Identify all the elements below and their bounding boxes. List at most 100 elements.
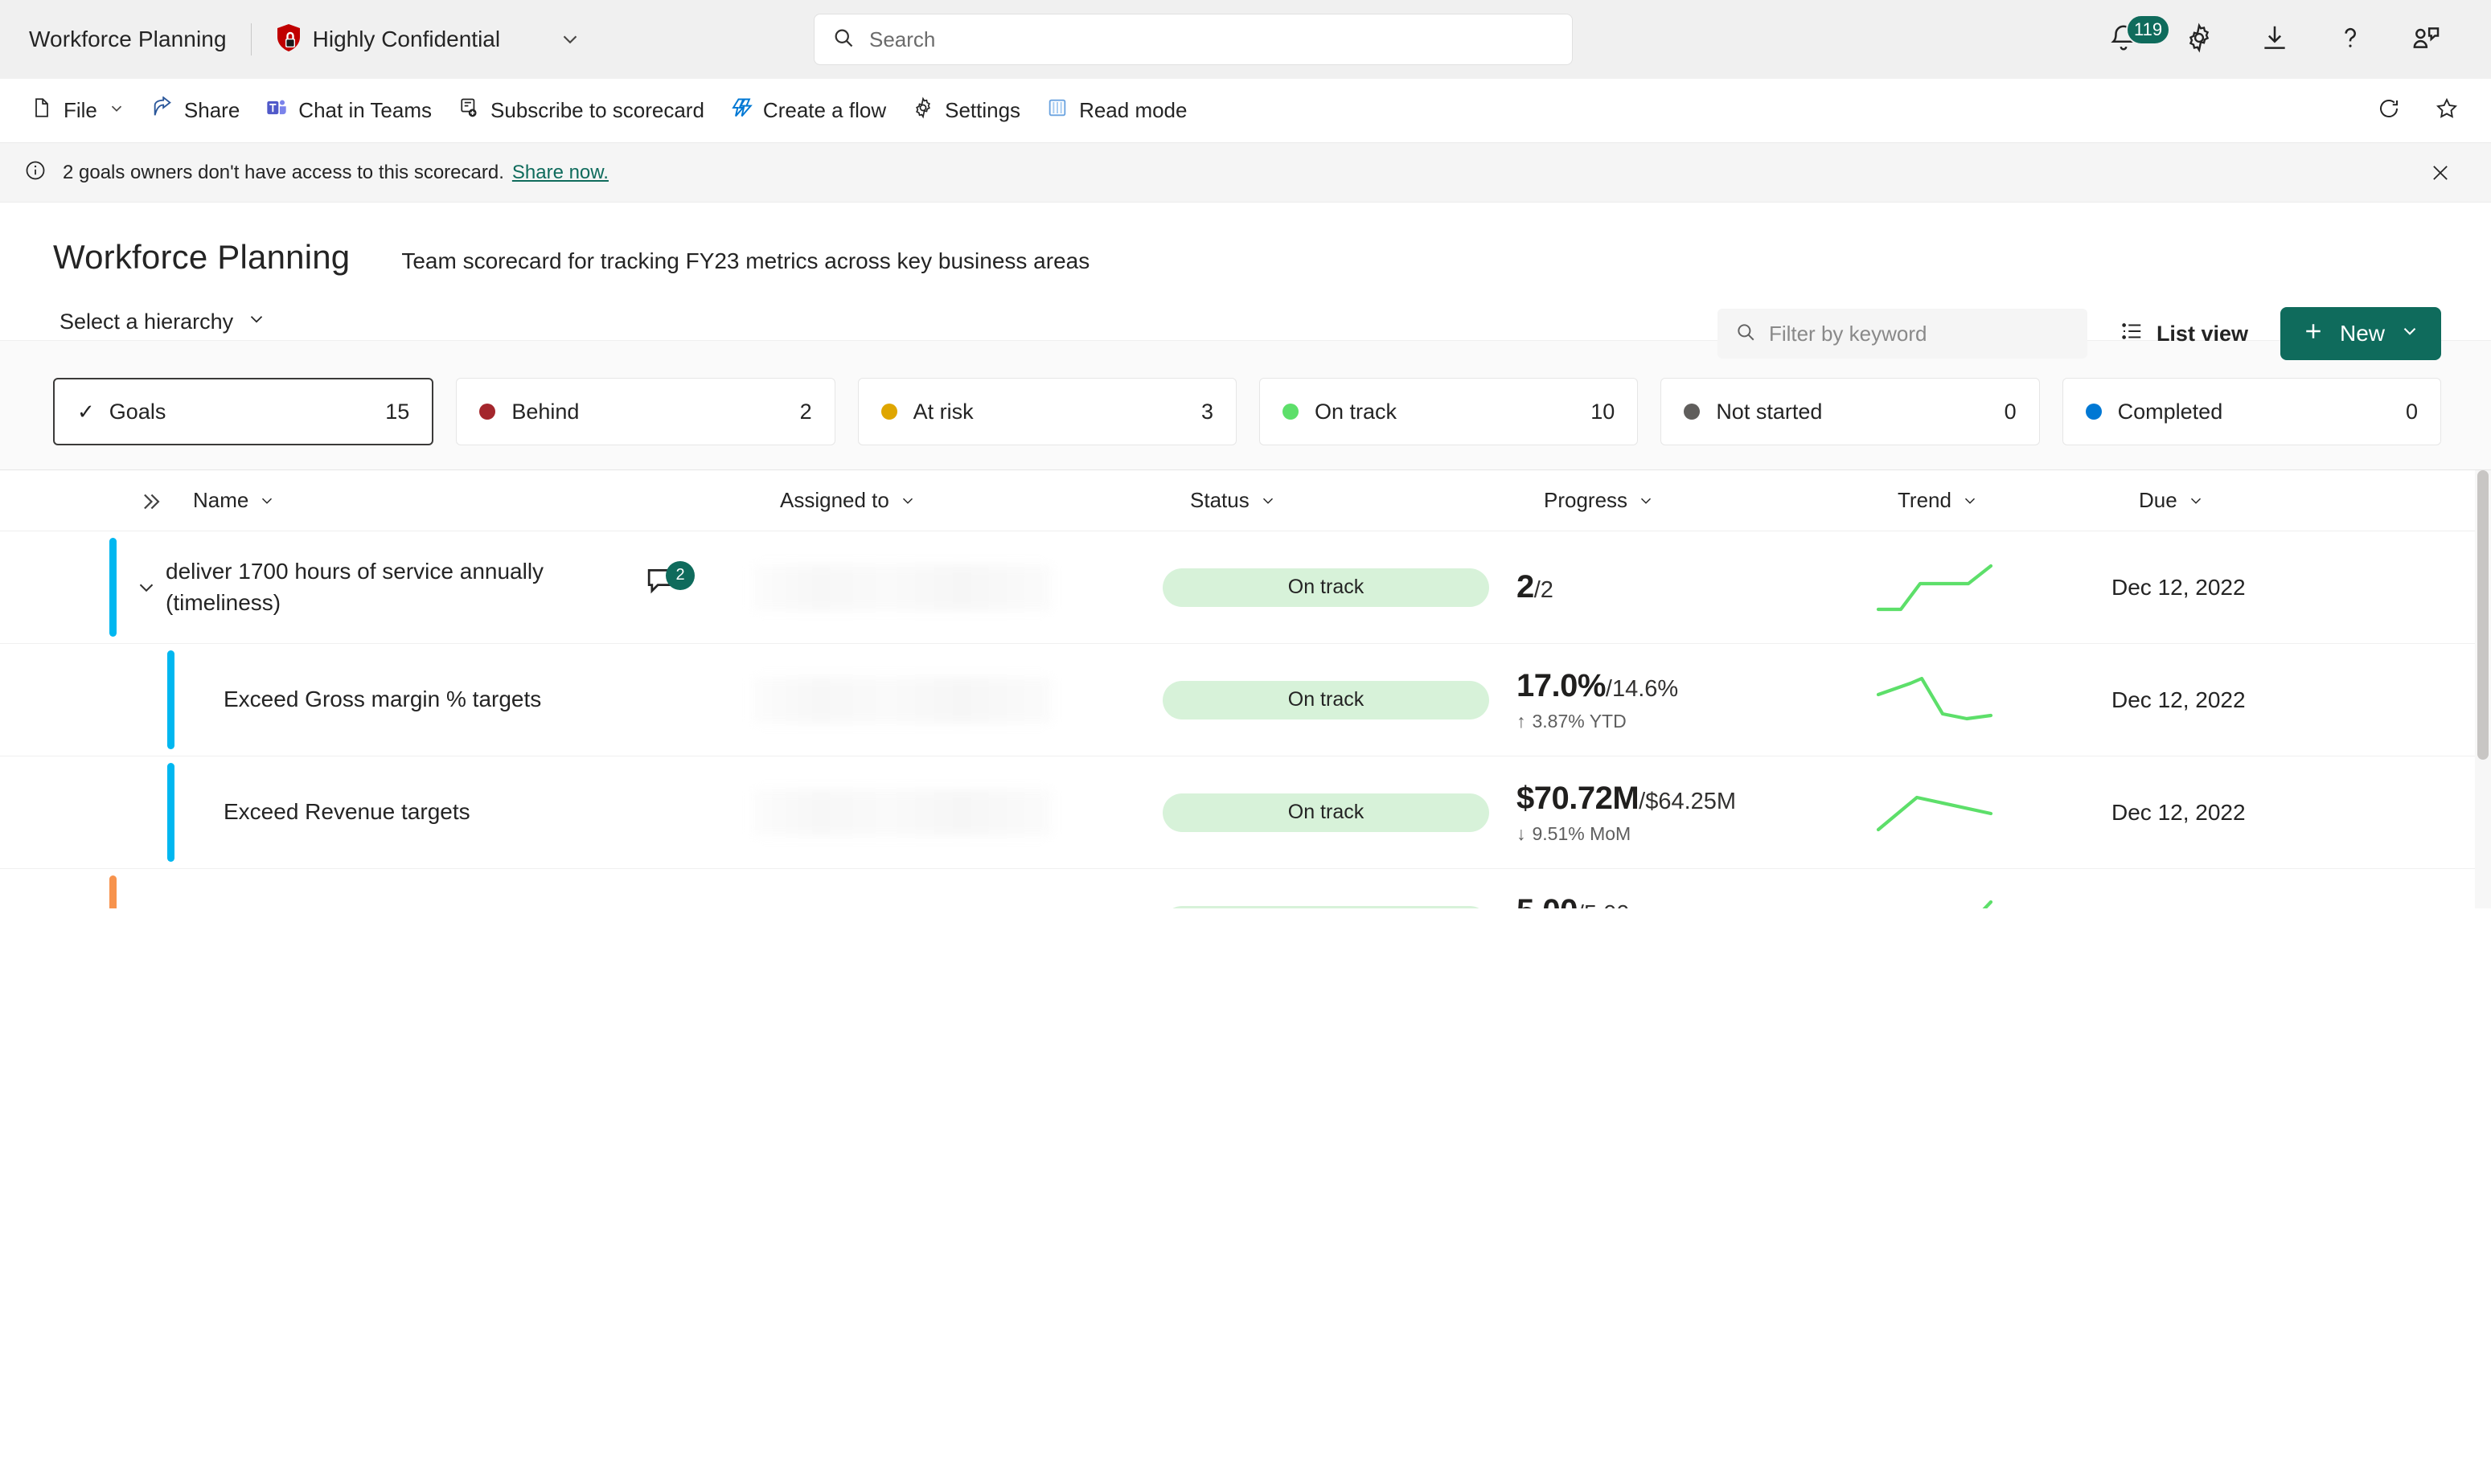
favorite-button[interactable] <box>2423 88 2470 134</box>
filter-by-keyword[interactable] <box>1717 309 2087 359</box>
progress-value: 2/2 <box>1516 569 1553 605</box>
column-header-progress[interactable]: Progress <box>1544 488 1898 513</box>
status-pill-label: On track <box>1314 399 1397 424</box>
chevron-down-icon[interactable] <box>129 570 164 605</box>
chevron-down-icon[interactable] <box>558 27 582 51</box>
column-header-due[interactable]: Due <box>2139 488 2380 513</box>
assigned-to-avatar-redacted <box>753 564 1052 611</box>
cell-name[interactable]: Exceed Gross margin % targets <box>167 644 753 756</box>
status-dot <box>880 404 897 420</box>
trend-sparkline <box>1876 676 1993 720</box>
goal-name: deliver 1700 hours of service annually (… <box>166 558 544 615</box>
status-pill-label: Goals <box>109 399 166 424</box>
download-icon <box>2259 23 2290 57</box>
search-input[interactable] <box>869 27 1554 52</box>
page-description: Team scorecard for tracking FY23 metrics… <box>401 248 1090 273</box>
cell-assigned-to[interactable] <box>753 531 1163 643</box>
cell-name[interactable]: deliver 1700 hours of service annually (… <box>109 531 753 643</box>
cell-status[interactable]: On track <box>1163 531 1516 643</box>
cell-due: Dec 12, 2022 <box>2111 687 2246 712</box>
command-read-mode[interactable]: Read mode <box>1033 88 1200 134</box>
list-view-button[interactable]: List view <box>2110 313 2258 355</box>
settings-button[interactable] <box>2161 2 2237 77</box>
chevron-down-icon[interactable] <box>129 908 164 909</box>
status-badge[interactable]: On track <box>1163 568 1489 607</box>
cell-name[interactable]: Exceed Revenue targets <box>167 756 753 868</box>
progress-delta: ↑ 3.87% YTD <box>1516 711 1627 732</box>
refresh-button[interactable] <box>2366 88 2412 134</box>
command-settings[interactable]: Settings <box>899 88 1033 134</box>
cell-status[interactable]: On track <box>1163 869 1516 908</box>
cell-name[interactable]: Attract and Retain the Best Talent <box>109 869 753 908</box>
chevron-down-icon <box>902 498 913 504</box>
cell-assigned-to[interactable] <box>753 756 1163 868</box>
notifications-button[interactable]: 119 <box>2086 2 2171 77</box>
chevron-down-icon <box>262 498 273 504</box>
status-pill-label: Not started <box>1716 399 1823 424</box>
app-name[interactable]: Workforce Planning <box>29 27 227 52</box>
cell-assigned-to[interactable] <box>753 644 1163 756</box>
expand-all-icon[interactable] <box>137 488 164 522</box>
sensitivity-label-button[interactable]: Highly Confidential <box>276 23 500 56</box>
comment-badge[interactable]: 2 <box>642 560 695 611</box>
progress-target: /2 <box>1533 577 1553 603</box>
scrollbar-thumb[interactable] <box>2477 470 2489 760</box>
filter-input[interactable] <box>1768 321 2070 346</box>
table-row[interactable]: deliver 1700 hours of service annually (… <box>0 531 2491 644</box>
status-badge[interactable]: On track <box>1163 905 1489 908</box>
select-hierarchy-button[interactable]: Select a hierarchy <box>53 304 273 340</box>
column-header-trend-label: Trend <box>1898 488 1951 512</box>
download-button[interactable] <box>2237 2 2312 77</box>
star-icon <box>2435 96 2459 125</box>
cell-status[interactable]: On track <box>1163 644 1516 756</box>
command-share[interactable]: Share <box>138 88 252 134</box>
status-pill-completed[interactable]: Completed 0 <box>2062 378 2441 445</box>
progress-target: /5.00 <box>1578 901 1630 909</box>
status-pill-behind[interactable]: Behind 2 <box>456 378 835 445</box>
table-row[interactable]: Attract and Retain the Best Talent On tra… <box>0 869 2491 908</box>
cell-status[interactable]: On track <box>1163 756 1516 868</box>
command-file[interactable]: File <box>18 88 138 134</box>
status-pill-count: 0 <box>2405 399 2418 424</box>
progress-delta-text: 9.51% MoM <box>1532 822 1631 844</box>
trend-arrow-icon: ↓ <box>1516 822 1526 844</box>
chevron-down-icon <box>2190 498 2201 504</box>
column-header-assigned-to[interactable]: Assigned to <box>780 488 1190 513</box>
status-pill-not-started[interactable]: Not started 0 <box>1660 378 2040 445</box>
status-badge[interactable]: On track <box>1163 680 1489 719</box>
command-chat-in-teams-label: Chat in Teams <box>298 98 433 122</box>
cell-progress: 2/2 <box>1516 531 1870 643</box>
status-pill-count: 0 <box>2004 399 2017 424</box>
command-chat-in-teams[interactable]: Chat in Teams <box>252 88 445 134</box>
column-header-status[interactable]: Status <box>1190 488 1544 513</box>
message-bar-text: 2 goals owners don't have access to this… <box>63 161 504 183</box>
status-pill-at-risk[interactable]: At risk 3 <box>857 378 1237 445</box>
help-button[interactable] <box>2312 2 2388 77</box>
cell-assigned-to[interactable] <box>753 869 1163 908</box>
new-button[interactable]: New <box>2280 307 2441 360</box>
cell-due: Dec 12, 2022 <box>2111 574 2246 600</box>
command-subscribe[interactable]: Subscribe to scorecard <box>445 88 717 134</box>
column-header-name[interactable]: Name <box>137 488 780 513</box>
command-bar: File Share Chat in Teams Subscribe to sc… <box>0 79 2491 143</box>
cell-trend <box>1870 869 2111 908</box>
table-row[interactable]: Exceed Gross margin % targets On track 17.… <box>0 644 2491 756</box>
table-row[interactable]: Exceed Revenue targets On track $70.72M/$6… <box>0 756 2491 869</box>
status-pill-goals[interactable]: ✓ Goals 15 <box>53 378 434 445</box>
status-pill-on-track[interactable]: On track 10 <box>1258 378 1639 445</box>
column-header-trend[interactable]: Trend <box>1898 488 2139 513</box>
global-search[interactable] <box>814 14 1573 65</box>
share-now-link[interactable]: Share now. <box>512 162 609 184</box>
comment-count: 2 <box>666 560 695 590</box>
progress-value: $70.72M/$64.25M <box>1516 781 1736 817</box>
message-bar: 2 goals owners don't have access to this… <box>0 143 2491 203</box>
suite-branding: Workforce Planning Highly Confidential <box>29 23 582 56</box>
feedback-button[interactable] <box>2388 2 2464 77</box>
status-dot <box>1684 404 1701 420</box>
command-create-flow[interactable]: Create a flow <box>717 88 899 134</box>
status-badge[interactable]: On track <box>1163 793 1489 832</box>
column-header-name-label: Name <box>193 488 249 512</box>
progress-current: 2 <box>1516 569 1534 605</box>
close-icon[interactable] <box>2420 153 2460 193</box>
vertical-scrollbar[interactable] <box>2475 470 2491 908</box>
